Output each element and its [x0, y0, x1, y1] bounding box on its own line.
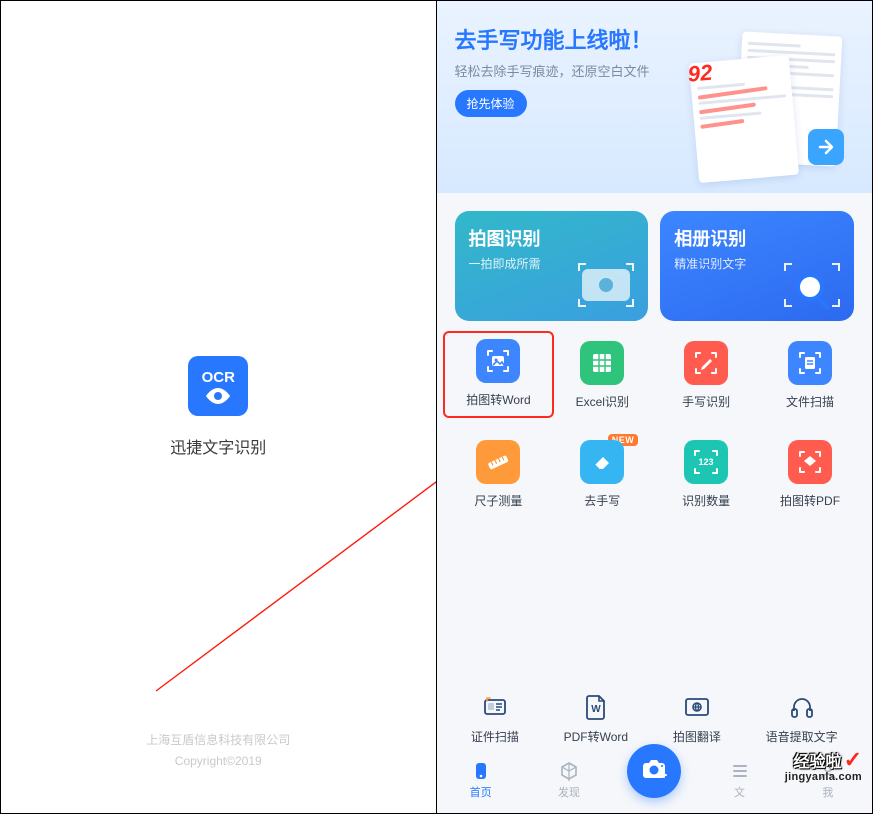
- nav-label: 文: [734, 784, 745, 800]
- file-w-icon: W: [581, 692, 611, 722]
- try-button[interactable]: 抢先体验: [455, 90, 527, 117]
- bool-label: 证件扫描: [471, 728, 519, 745]
- svg-text:123: 123: [699, 457, 714, 467]
- app-title: 迅捷文字识别: [170, 434, 266, 458]
- tool-grid[interactable]: Excel识别: [550, 337, 654, 414]
- camera-plus-icon: [640, 755, 668, 788]
- tool-label: 尺子测量: [474, 492, 522, 509]
- camera-fab[interactable]: [627, 744, 681, 798]
- nav-label: 发现: [558, 784, 580, 800]
- bottom-tool-id-card[interactable]: 证件扫描: [471, 692, 519, 745]
- tool-grid: 拍图转Word Excel识别 手写识别 文件扫描 尺子测量 NEW 去手写 1…: [437, 333, 873, 523]
- tool-image-frame[interactable]: 拍图转Word: [443, 331, 555, 418]
- eye-icon: [205, 388, 231, 404]
- photo-recognize-card[interactable]: 拍图识别 一拍即成所需: [455, 211, 649, 321]
- score-mark: 92: [687, 60, 714, 88]
- nav-home[interactable]: 首页: [451, 760, 511, 800]
- scan-doc-icon: [788, 341, 832, 385]
- splash-screen: OCR 迅捷文字识别 上海互盾信息科技有限公司 Copyright©2019: [1, 1, 437, 813]
- home-icon: [470, 760, 492, 782]
- checkmark-icon: ✓: [844, 747, 862, 773]
- tool-label: 识别数量: [682, 492, 730, 509]
- translate-icon: [682, 692, 712, 722]
- card-title: 相册识别: [674, 225, 840, 251]
- cube-icon: [558, 760, 580, 782]
- magnifier-frame-icon: [784, 263, 840, 307]
- banner-illustration: 92: [684, 29, 864, 179]
- tool-pdf-frame[interactable]: 拍图转PDF: [758, 436, 862, 513]
- tool-label: 去手写: [584, 492, 620, 509]
- annotation-arrow: [151, 431, 437, 711]
- promo-banner[interactable]: 去手写功能上线啦！ 轻松去除手写痕迹，还原空白文件 抢先体验 92: [437, 1, 873, 193]
- tool-label: 拍图转PDF: [780, 492, 840, 509]
- tool-label: Excel识别: [576, 393, 629, 410]
- watermark-text: 经验啦: [794, 748, 842, 772]
- tool-ruler[interactable]: 尺子测量: [447, 436, 551, 513]
- bottom-tool-file-w[interactable]: W PDF转Word: [564, 692, 628, 745]
- footer-company: 上海互盾信息科技有限公司: [146, 730, 290, 750]
- bool-label: 拍图翻译: [673, 728, 721, 745]
- bool-label: 语音提取文字: [766, 728, 838, 745]
- nav-label: 首页: [470, 784, 492, 800]
- pdf-frame-icon: [788, 440, 832, 484]
- bottom-tool-translate[interactable]: 拍图翻译: [673, 692, 721, 745]
- tool-label: 手写识别: [682, 393, 730, 410]
- bool-label: PDF转Word: [564, 728, 628, 745]
- id-card-icon: [480, 692, 510, 722]
- nav-files[interactable]: 文: [710, 760, 770, 800]
- watermark-url: jingyanla.com: [785, 771, 862, 783]
- tool-label: 文件扫描: [786, 393, 834, 410]
- number-frame-icon: 123: [684, 440, 728, 484]
- grid-icon: [580, 341, 624, 385]
- card-title: 拍图识别: [469, 225, 635, 251]
- album-recognize-card[interactable]: 相册识别 精准识别文字: [660, 211, 854, 321]
- tool-pen-frame[interactable]: 手写识别: [654, 337, 758, 414]
- app-home: 去手写功能上线啦！ 轻松去除手写痕迹，还原空白文件 抢先体验 92: [437, 1, 873, 813]
- nav-discover[interactable]: 发现: [539, 760, 599, 800]
- headphones-icon: [787, 692, 817, 722]
- splash-footer: 上海互盾信息科技有限公司 Copyright©2019: [146, 730, 290, 771]
- camera-frame-icon: [578, 263, 634, 307]
- ruler-icon: [476, 440, 520, 484]
- pen-frame-icon: [684, 341, 728, 385]
- logo-text: OCR: [202, 369, 235, 386]
- tool-eraser[interactable]: NEW 去手写: [550, 436, 654, 513]
- nav-label: 我: [822, 784, 833, 800]
- tool-scan-doc[interactable]: 文件扫描: [758, 337, 862, 414]
- bottom-tool-headphones[interactable]: 语音提取文字: [766, 692, 838, 745]
- arrow-icon: [808, 129, 844, 165]
- list-icon: [729, 760, 751, 782]
- tool-number-frame[interactable]: 123 识别数量: [654, 436, 758, 513]
- bottom-tool-row: 证件扫描 W PDF转Word 拍图翻译 语音提取文字: [437, 684, 873, 753]
- svg-text:W: W: [591, 704, 601, 715]
- tool-label: 拍图转Word: [466, 391, 530, 408]
- footer-copyright: Copyright©2019: [146, 751, 290, 771]
- watermark: 经验啦✓ jingyanla.com: [785, 747, 862, 783]
- eraser-icon: [580, 440, 624, 484]
- app-logo: OCR: [188, 356, 248, 416]
- image-frame-icon: [476, 339, 520, 383]
